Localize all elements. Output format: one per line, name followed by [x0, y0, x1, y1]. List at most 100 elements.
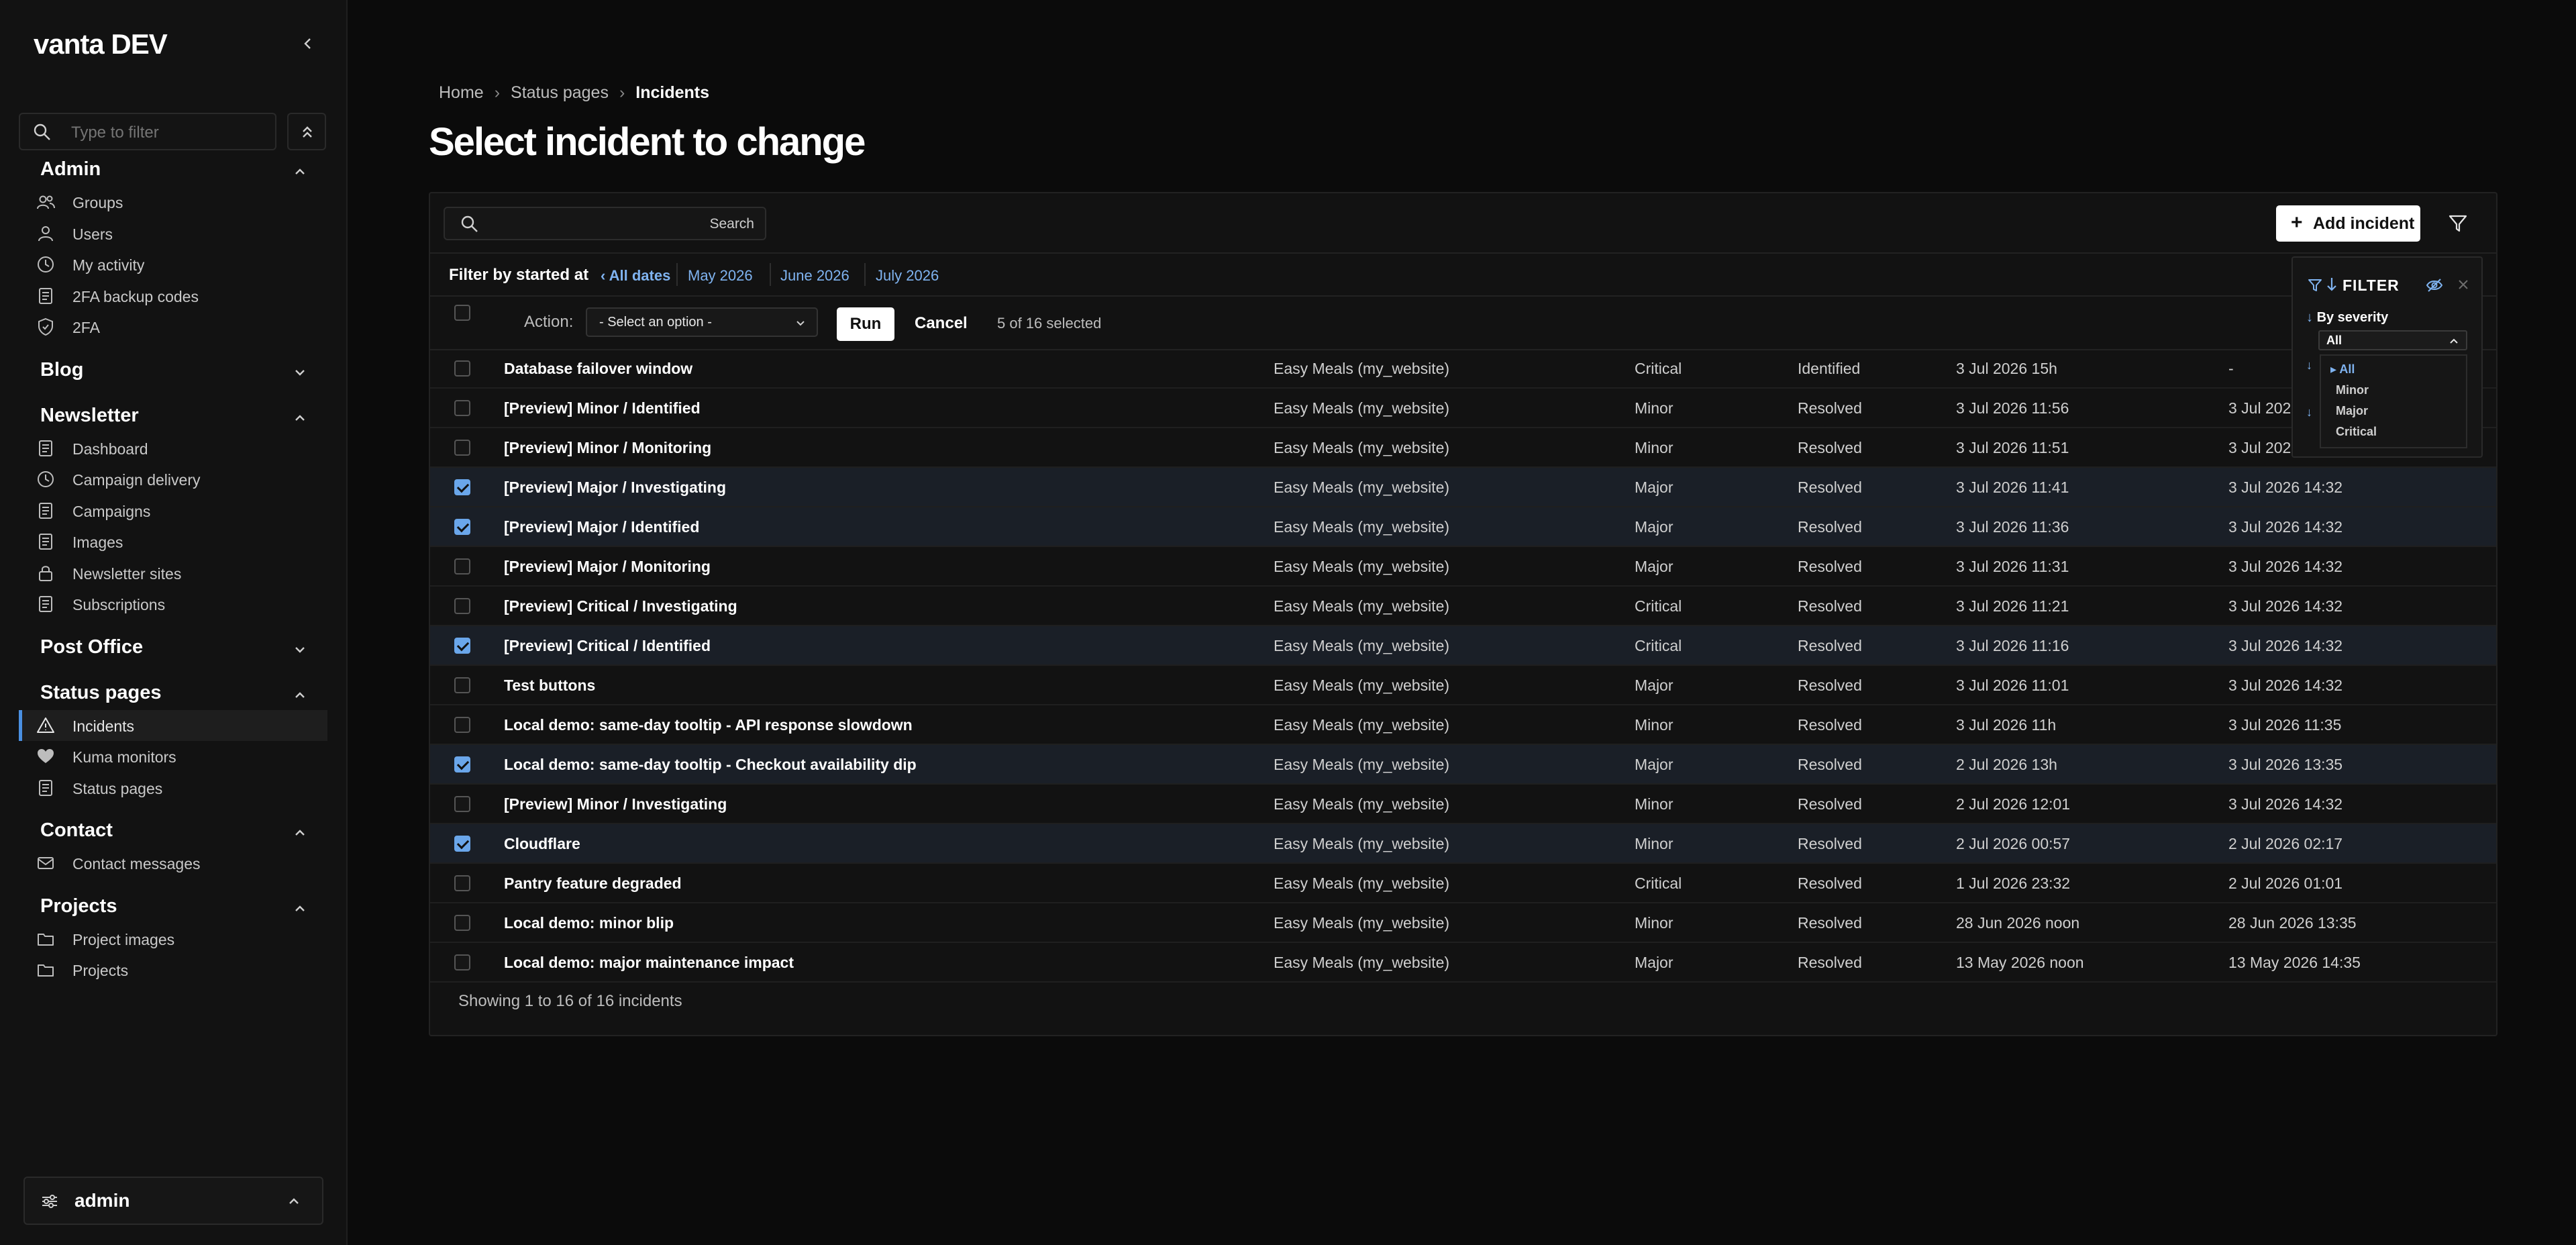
cancel-selection-button[interactable]: Cancel: [915, 314, 968, 333]
select-all-checkbox[interactable]: [454, 305, 470, 321]
row-checkbox[interactable]: [454, 638, 470, 654]
date-all-link[interactable]: ‹ All dates: [601, 267, 670, 285]
incident-title-link[interactable]: [Preview] Major / Identified: [504, 518, 699, 536]
date-divider: [770, 263, 771, 286]
incident-title-link[interactable]: Cloudflare: [504, 835, 580, 853]
date-link-june[interactable]: June 2026: [780, 267, 849, 285]
collapse-sidebar-button[interactable]: [298, 34, 318, 54]
sidebar-item-my-activity[interactable]: My activity: [19, 249, 327, 280]
brand-logo[interactable]: vanta DEV: [34, 28, 168, 60]
search-icon: [461, 215, 478, 232]
incident-title-link[interactable]: Pantry feature degraded: [504, 875, 682, 893]
chevron-up-icon[interactable]: [291, 899, 309, 918]
severity-option-critical[interactable]: Critical: [2336, 425, 2377, 439]
row-checkbox[interactable]: [454, 479, 470, 495]
incident-title-link[interactable]: [Preview] Minor / Investigating: [504, 795, 727, 813]
chevron-up-icon[interactable]: [291, 162, 309, 181]
date-filter-label: Filter by started at: [449, 266, 589, 284]
row-checkbox[interactable]: [454, 677, 470, 693]
section-title-projects[interactable]: Projects: [40, 895, 117, 917]
chevron-up-icon[interactable]: [291, 409, 309, 428]
incident-title-link[interactable]: Local demo: same-day tooltip - Checkout …: [504, 756, 917, 774]
sidebar-item-incidents[interactable]: Incidents: [19, 709, 327, 741]
section-title-contact[interactable]: Contact: [40, 819, 113, 842]
incident-title-link[interactable]: [Preview] Major / Investigating: [504, 479, 726, 497]
chevron-up-icon[interactable]: [291, 824, 309, 842]
sidebar-item-projects[interactable]: Projects: [19, 954, 327, 985]
severity-option-major[interactable]: Major: [2336, 404, 2368, 418]
section-title-newsletter[interactable]: Newsletter: [40, 405, 139, 427]
severity-select[interactable]: All: [2318, 330, 2467, 350]
action-select[interactable]: - Select an option -: [586, 307, 818, 337]
close-icon[interactable]: [2457, 278, 2470, 291]
user-menu[interactable]: admin: [23, 1177, 323, 1225]
sidebar-item-dashboard[interactable]: Dashboard: [19, 433, 327, 464]
section-title-post-office[interactable]: Post Office: [40, 636, 143, 658]
section-title-admin[interactable]: Admin: [40, 158, 101, 181]
sidebar-item-project-images[interactable]: Project images: [19, 924, 327, 954]
sidebar-item-campaign-delivery[interactable]: Campaign delivery: [19, 464, 327, 495]
sidebar-item-kuma-monitors[interactable]: Kuma monitors: [19, 741, 327, 772]
severity-cell: Major: [1635, 518, 1673, 536]
breadcrumb-home[interactable]: Home: [439, 83, 484, 102]
row-checkbox[interactable]: [454, 954, 470, 970]
severity-option-all[interactable]: ▸ All: [2330, 362, 2355, 377]
row-checkbox[interactable]: [454, 598, 470, 614]
sidebar-item-newsletter-sites[interactable]: Newsletter sites: [19, 558, 327, 589]
sidebar-item-campaigns[interactable]: Campaigns: [19, 495, 327, 526]
run-button[interactable]: Run: [837, 307, 894, 341]
sidebar-item-label: 2FA: [72, 319, 100, 336]
sidebar-item-users[interactable]: Users: [19, 218, 327, 249]
sidebar-filter-input[interactable]: [70, 121, 267, 145]
row-checkbox[interactable]: [454, 796, 470, 812]
sidebar-item-status-pages[interactable]: Status pages: [19, 773, 327, 803]
arrow-down-icon[interactable]: [2325, 277, 2338, 293]
search-bar[interactable]: Search: [444, 207, 766, 240]
incident-title-link[interactable]: [Preview] Critical / Identified: [504, 637, 711, 655]
eye-off-icon[interactable]: [2426, 278, 2443, 293]
row-checkbox[interactable]: [454, 440, 470, 456]
sidebar-item-2fa[interactable]: 2FA: [19, 311, 327, 342]
incident-title-link[interactable]: [Preview] Major / Monitoring: [504, 558, 711, 576]
row-checkbox[interactable]: [454, 519, 470, 535]
add-incident-button[interactable]: + Add incident: [2276, 205, 2420, 242]
toggle-filter-button[interactable]: [2441, 207, 2475, 240]
chevron-down-icon[interactable]: [291, 640, 309, 659]
severity-cell: Minor: [1635, 914, 1673, 932]
row-checkbox[interactable]: [454, 400, 470, 416]
expand-all-button[interactable]: [287, 113, 326, 150]
row-checkbox[interactable]: [454, 756, 470, 773]
incident-title-link[interactable]: Database failover window: [504, 360, 692, 378]
sidebar-item-contact-messages[interactable]: Contact messages: [19, 848, 327, 879]
chevron-left-icon: [304, 38, 311, 49]
sidebar-item-subscriptions[interactable]: Subscriptions: [19, 589, 327, 619]
sidebar-item-groups[interactable]: Groups: [19, 187, 327, 217]
action-select-value: - Select an option -: [599, 315, 712, 330]
incident-title-link[interactable]: Local demo: major maintenance impact: [504, 954, 794, 972]
incident-title-link[interactable]: Local demo: minor blip: [504, 914, 674, 932]
section-title-status-pages[interactable]: Status pages: [40, 682, 162, 704]
incident-title-link[interactable]: [Preview] Minor / Identified: [504, 399, 701, 417]
row-checkbox[interactable]: [454, 875, 470, 891]
chevron-down-icon[interactable]: [291, 363, 309, 382]
section-title-blog[interactable]: Blog: [40, 359, 83, 381]
search-button[interactable]: Search: [709, 216, 754, 232]
severity-option-minor[interactable]: Minor: [2336, 383, 2369, 397]
breadcrumb-status-pages[interactable]: Status pages: [511, 83, 609, 102]
date-link-may[interactable]: May 2026: [688, 267, 753, 285]
action-label: Action:: [524, 313, 574, 331]
chevron-up-icon[interactable]: [291, 686, 309, 705]
row-checkbox[interactable]: [454, 915, 470, 931]
incident-title-link[interactable]: [Preview] Critical / Investigating: [504, 597, 737, 615]
incident-title-link[interactable]: [Preview] Minor / Monitoring: [504, 439, 711, 457]
date-link-july[interactable]: July 2026: [876, 267, 939, 285]
sidebar-item-2fa-backup-codes[interactable]: 2FA backup codes: [19, 281, 327, 311]
sidebar-item-images[interactable]: Images: [19, 526, 327, 557]
row-checkbox[interactable]: [454, 360, 470, 377]
incident-title-link[interactable]: Test buttons: [504, 677, 595, 695]
status-page-cell: Easy Meals (my_website): [1274, 914, 1450, 932]
incident-title-link[interactable]: Local demo: same-day tooltip - API respo…: [504, 716, 913, 734]
row-checkbox[interactable]: [454, 717, 470, 733]
row-checkbox[interactable]: [454, 558, 470, 575]
row-checkbox[interactable]: [454, 836, 470, 852]
